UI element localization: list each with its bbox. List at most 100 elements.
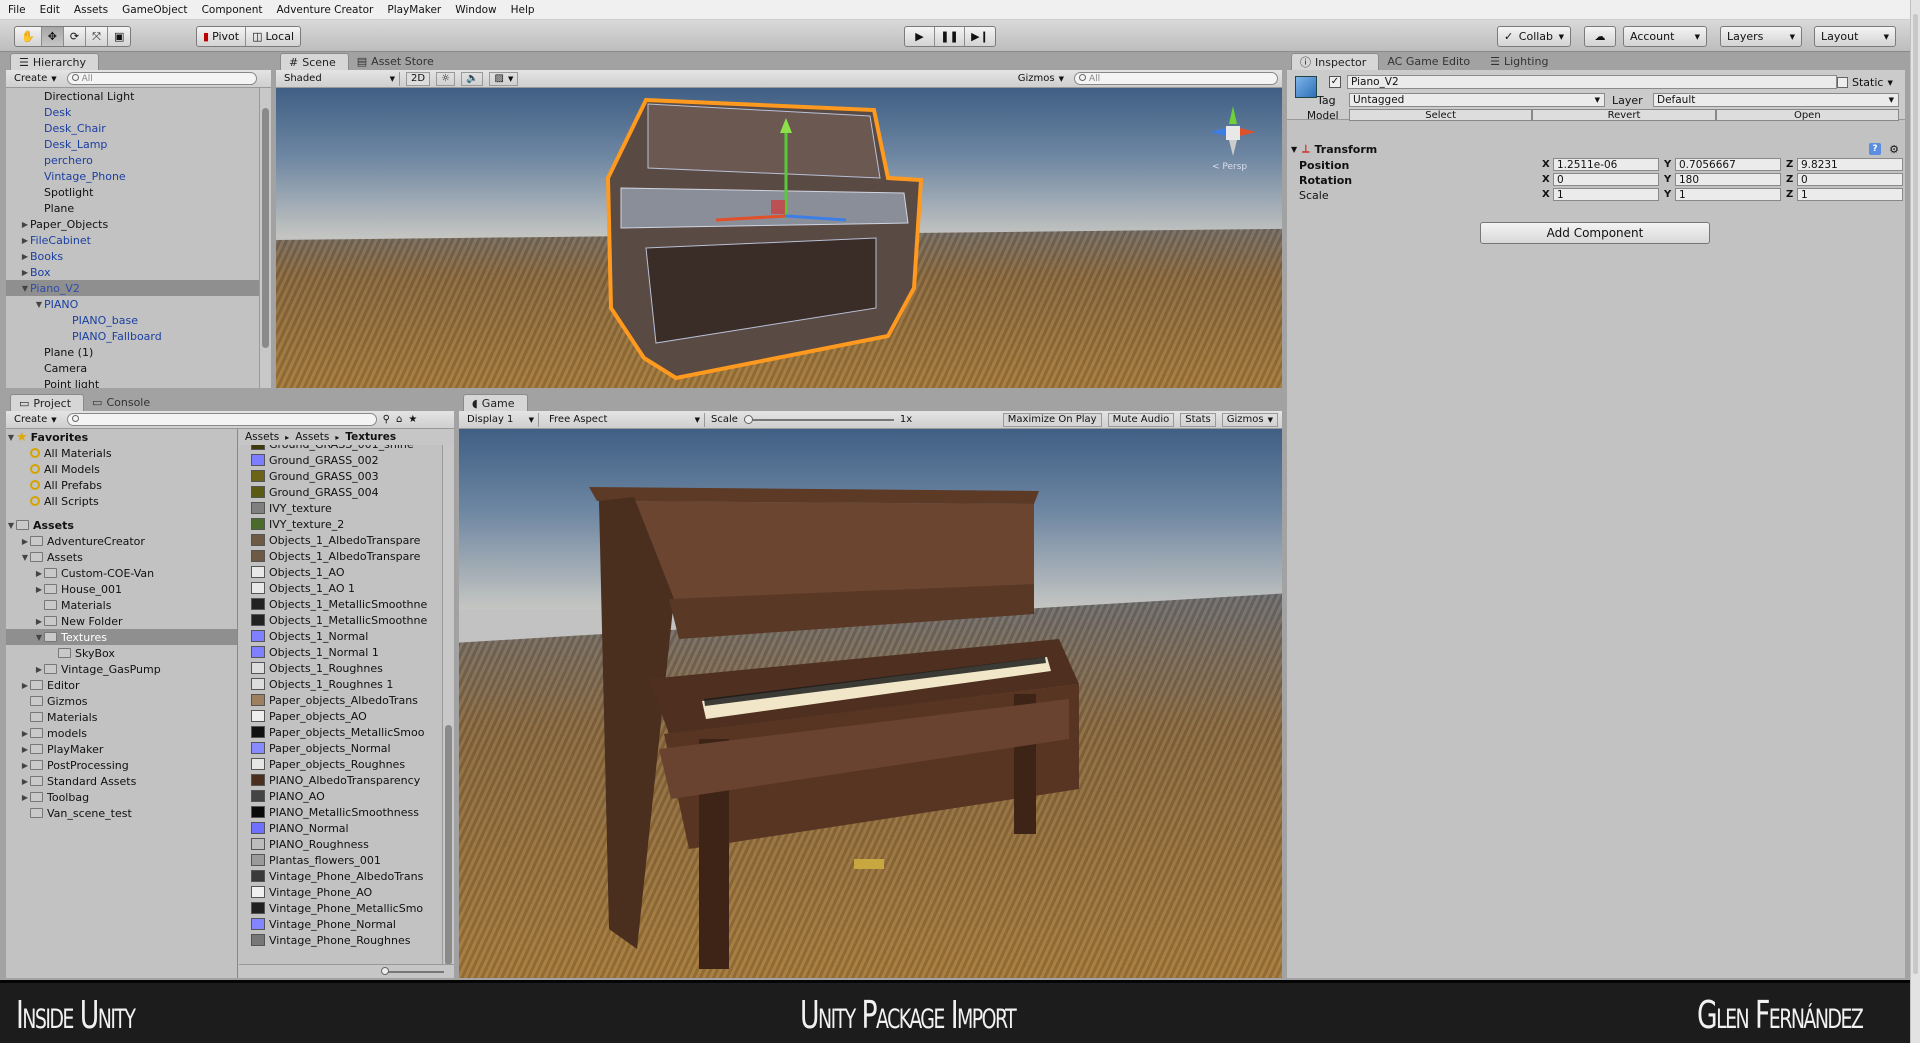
tab-game[interactable]: ◖ Game bbox=[463, 394, 528, 411]
rotation-z-field[interactable]: 0 bbox=[1797, 173, 1903, 186]
thumbnail-slider-handle[interactable] bbox=[381, 967, 389, 975]
file-item[interactable]: Objects_1_Normal bbox=[239, 628, 442, 644]
tab-console[interactable]: ▭ Console bbox=[84, 394, 162, 411]
scene-gizmos-dropdown[interactable]: Gizmos ▼ bbox=[1014, 72, 1068, 86]
file-item[interactable]: Vintage_Phone_Roughnes bbox=[239, 932, 442, 948]
active-checkbox[interactable]: ✓ bbox=[1329, 76, 1341, 88]
scale-y-field[interactable]: 1 bbox=[1675, 188, 1781, 201]
hierarchy-item[interactable]: ▶ Box bbox=[6, 264, 259, 280]
transform-header[interactable]: ▼ ⟂ Transform ? ⚙ bbox=[1287, 140, 1905, 158]
chevron-right-icon[interactable]: ▶ bbox=[20, 729, 30, 738]
hierarchy-item[interactable]: PIANO_Fallboard bbox=[6, 328, 259, 344]
folder-item[interactable]: ▼ Textures bbox=[6, 629, 237, 645]
breadcrumb-item[interactable]: Assets bbox=[295, 431, 329, 443]
chevron-down-icon[interactable]: ▼ bbox=[20, 284, 30, 293]
file-item[interactable]: Paper_objects_AlbedoTrans bbox=[239, 692, 442, 708]
folder-item[interactable]: SkyBox bbox=[6, 645, 237, 661]
tag-dropdown[interactable]: Untagged ▼ bbox=[1349, 93, 1605, 107]
hierarchy-item[interactable]: Plane bbox=[6, 200, 259, 216]
file-item[interactable]: Paper_objects_MetallicSmoo bbox=[239, 724, 442, 740]
menu-item-gameobject[interactable]: GameObject bbox=[122, 4, 187, 16]
pause-button[interactable]: ❚❚ bbox=[935, 27, 965, 46]
hierarchy-item[interactable]: Desk_Lamp bbox=[6, 136, 259, 152]
file-item[interactable]: Vintage_Phone_AlbedoTrans bbox=[239, 868, 442, 884]
effects-dropdown[interactable]: ▨ ▼ bbox=[489, 71, 519, 86]
scene-viewport[interactable]: < Persp bbox=[276, 88, 1282, 388]
chevron-right-icon[interactable]: ▶ bbox=[20, 236, 30, 245]
hierarchy-create-dropdown[interactable]: Create ▼ bbox=[10, 72, 61, 86]
gear-icon[interactable]: ⚙ bbox=[1889, 143, 1899, 156]
favorite-item[interactable]: All Prefabs bbox=[6, 477, 237, 493]
folder-item[interactable]: ▶ PlayMaker bbox=[6, 741, 237, 757]
display-dropdown[interactable]: Display 1 ▼ bbox=[463, 412, 539, 427]
scene-orientation-gizmo[interactable]: < Persp bbox=[1202, 98, 1264, 178]
chevron-right-icon[interactable]: ▶ bbox=[34, 617, 44, 626]
chevron-right-icon[interactable]: ▶ bbox=[20, 793, 30, 802]
project-create-dropdown[interactable]: Create ▼ bbox=[10, 413, 61, 427]
file-item[interactable]: Objects_1_AO 1 bbox=[239, 580, 442, 596]
tab-lighting[interactable]: ☰ Lighting bbox=[1482, 53, 1560, 70]
file-item[interactable]: Objects_1_AO bbox=[239, 564, 442, 580]
rotation-x-field[interactable]: 0 bbox=[1553, 173, 1659, 186]
menu-item-adventure-creator[interactable]: Adventure Creator bbox=[277, 4, 374, 16]
move-tool-button[interactable]: ✥ bbox=[41, 27, 64, 46]
menu-item-window[interactable]: Window bbox=[455, 4, 496, 16]
position-z-field[interactable]: 9.8231 bbox=[1797, 158, 1903, 171]
hierarchy-item[interactable]: ▼ PIANO bbox=[6, 296, 259, 312]
file-item[interactable]: Ground_GRASS_004 bbox=[239, 484, 442, 500]
filter-label-icon[interactable]: ⌂ bbox=[396, 414, 402, 425]
chevron-right-icon[interactable]: ▶ bbox=[20, 681, 30, 690]
layout-dropdown[interactable]: Layout ▼ bbox=[1814, 26, 1896, 47]
play-button[interactable]: ▶ bbox=[905, 27, 935, 46]
folder-item[interactable]: ▶ AdventureCreator bbox=[6, 533, 237, 549]
hand-tool-button[interactable]: ✋ bbox=[15, 27, 42, 46]
scroll-thumb[interactable] bbox=[1913, 14, 1918, 974]
static-toggle[interactable]: Static ▼ bbox=[1837, 76, 1893, 89]
file-item[interactable]: PIANO_Roughness bbox=[239, 836, 442, 852]
favorite-item[interactable]: All Models bbox=[6, 461, 237, 477]
2d-toggle[interactable]: 2D bbox=[406, 71, 431, 86]
star-filter-icon[interactable]: ★ bbox=[408, 414, 417, 425]
file-item[interactable]: PIANO_AO bbox=[239, 788, 442, 804]
collab-dropdown[interactable]: ✓ Collab ▼ bbox=[1497, 26, 1571, 47]
file-item[interactable]: Vintage_Phone_AO bbox=[239, 884, 442, 900]
favorites-header[interactable]: ▼ ★ Favorites bbox=[6, 429, 237, 445]
chevron-right-icon[interactable]: ▶ bbox=[20, 220, 30, 229]
folder-item[interactable]: Materials bbox=[6, 597, 237, 613]
position-x-field[interactable]: 1.2511e-06 bbox=[1553, 158, 1659, 171]
file-item[interactable]: Ground_GRASS_003 bbox=[239, 468, 442, 484]
favorite-item[interactable]: All Scripts bbox=[6, 493, 237, 509]
tab-inspector[interactable]: ⓘ Inspector bbox=[1291, 53, 1380, 70]
file-item[interactable]: IVY_texture bbox=[239, 500, 442, 516]
file-item[interactable]: Vintage_Phone_Normal bbox=[239, 916, 442, 932]
lighting-toggle[interactable]: ☼ bbox=[436, 71, 456, 86]
tab-asset-store[interactable]: ▤ Asset Store bbox=[349, 53, 446, 70]
hierarchy-item[interactable]: Spotlight bbox=[6, 184, 259, 200]
scale-slider-handle[interactable] bbox=[743, 414, 753, 424]
account-dropdown[interactable]: Account ▼ bbox=[1623, 26, 1707, 47]
folder-item[interactable]: ▶ Custom-COE-Van bbox=[6, 565, 237, 581]
window-scrollbar[interactable] bbox=[1910, 0, 1920, 1043]
scene-search-input[interactable]: All bbox=[1074, 72, 1278, 85]
model-open-button[interactable]: Open bbox=[1715, 109, 1899, 121]
chevron-down-icon[interactable]: ▼ bbox=[34, 300, 44, 309]
filter-type-icon[interactable]: ⚲ bbox=[383, 414, 390, 425]
breadcrumb-item[interactable]: Assets bbox=[245, 431, 279, 443]
folder-item[interactable]: ▶ Editor bbox=[6, 677, 237, 693]
hierarchy-item[interactable]: Plane (1) bbox=[6, 344, 259, 360]
file-list-scrollbar[interactable] bbox=[442, 445, 454, 965]
model-revert-button[interactable]: Revert bbox=[1532, 109, 1716, 121]
file-item[interactable]: Paper_objects_Roughnes bbox=[239, 756, 442, 772]
tab-project[interactable]: ▭ Project bbox=[10, 394, 85, 411]
hierarchy-item[interactable]: Directional Light bbox=[6, 88, 259, 104]
hierarchy-item[interactable]: ▶ FileCabinet bbox=[6, 232, 259, 248]
hierarchy-scrollbar[interactable] bbox=[259, 88, 271, 388]
hierarchy-item[interactable]: Desk_Chair bbox=[6, 120, 259, 136]
game-viewport[interactable] bbox=[459, 429, 1282, 978]
hierarchy-item[interactable]: Camera bbox=[6, 360, 259, 376]
file-item[interactable]: PIANO_AlbedoTransparency bbox=[239, 772, 442, 788]
tab-scene[interactable]: # Scene bbox=[280, 53, 349, 70]
aspect-dropdown[interactable]: Free Aspect ▼ bbox=[545, 412, 705, 427]
tab-ac-game-editor[interactable]: AC Game Edito bbox=[1379, 53, 1482, 70]
file-item[interactable]: PIANO_Normal bbox=[239, 820, 442, 836]
